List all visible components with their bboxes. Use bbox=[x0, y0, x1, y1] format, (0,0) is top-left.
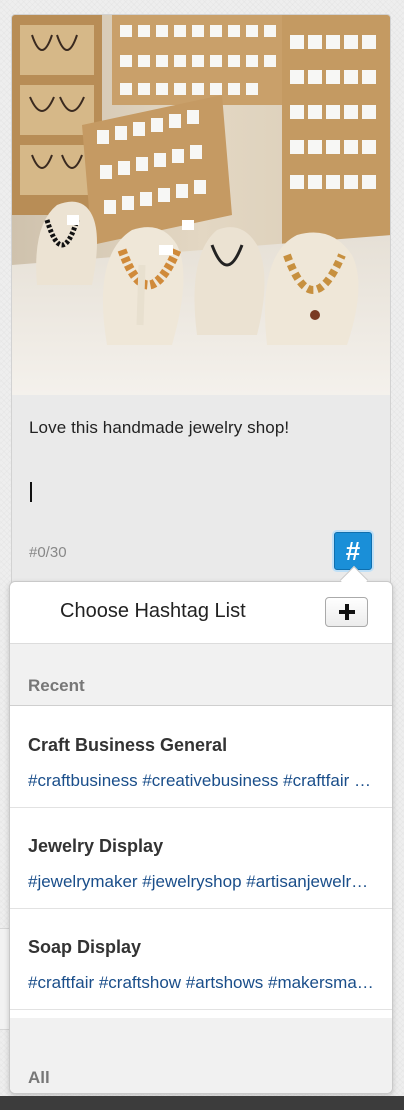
add-hashtag-list-button[interactable] bbox=[325, 597, 368, 627]
hashtag-list-tags: #craftbusiness #creativebusiness #craftf… bbox=[28, 771, 374, 790]
hashtag-list-tags: #jewelrymaker #jewelryshop #artisanjewel… bbox=[28, 872, 374, 891]
recent-section-header: Recent bbox=[10, 644, 392, 706]
hashtag-list-item[interactable]: Craft Business General #craftbusiness #c… bbox=[10, 707, 392, 808]
hashtag-list-name: Jewelry Display bbox=[28, 836, 164, 856]
all-section-header: All bbox=[10, 1018, 392, 1093]
popover-title: Choose Hashtag List bbox=[60, 600, 246, 622]
post-caption[interactable]: Love this handmade jewelry shop! bbox=[29, 418, 289, 438]
plus-icon bbox=[338, 604, 355, 620]
hashtag-list-popover: Choose Hashtag List Recent Craft Busines… bbox=[9, 581, 393, 1094]
hashtag-list-item[interactable]: Soap Display #craftfair #craftshow #arts… bbox=[10, 909, 392, 1010]
post-photo bbox=[12, 15, 390, 395]
hashtag-counter: #0/30 bbox=[29, 544, 67, 561]
text-cursor bbox=[30, 482, 32, 502]
hashtag-list-item[interactable]: Jewelry Display #jewelrymaker #jewelrysh… bbox=[10, 808, 392, 909]
bottom-bar bbox=[0, 1096, 404, 1110]
hashtag-list-name: Craft Business General bbox=[28, 735, 228, 755]
popover-header: Choose Hashtag List bbox=[10, 582, 392, 644]
hashtag-list-name: Soap Display bbox=[28, 937, 142, 957]
hashtag-button[interactable]: # bbox=[334, 532, 372, 570]
post-composer-card: Love this handmade jewelry shop! #0/30 # bbox=[11, 14, 391, 634]
all-label: All bbox=[28, 1068, 50, 1087]
hashtag-list-tags: #craftfair #craftshow #artshows #makersm… bbox=[28, 973, 374, 992]
recent-label: Recent bbox=[28, 676, 85, 695]
